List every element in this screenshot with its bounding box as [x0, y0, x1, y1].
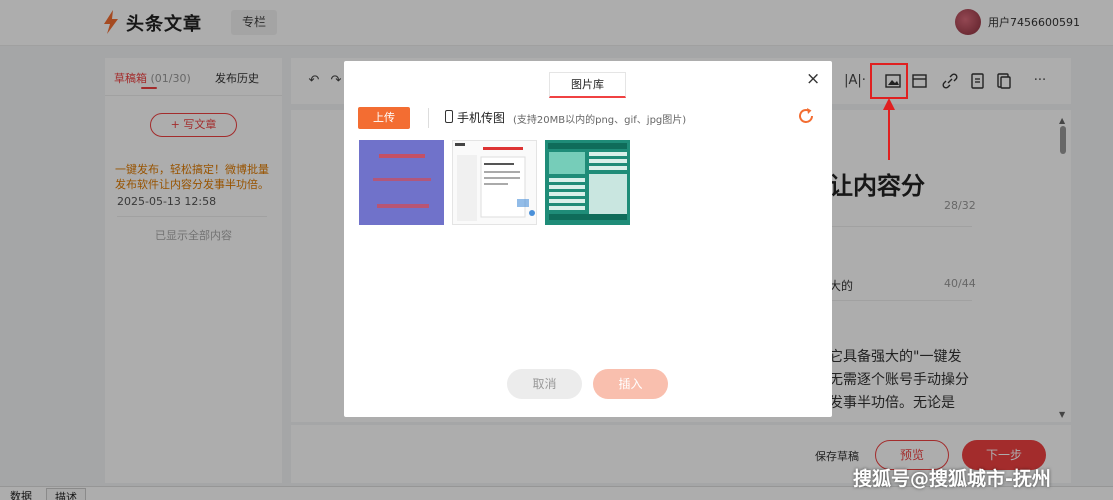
divider — [428, 108, 429, 128]
annotation-highlight-box — [870, 63, 908, 99]
annotation-arrow-line — [888, 110, 890, 160]
upload-button[interactable]: 上传 — [358, 107, 410, 129]
cancel-button[interactable]: 取消 — [507, 369, 582, 399]
annotation-arrow-head — [883, 98, 895, 110]
phone-icon — [445, 110, 453, 123]
watermark: 搜狐号@搜狐城市-抚州 — [853, 468, 1051, 490]
close-icon[interactable]: × — [806, 70, 820, 88]
phone-upload-link[interactable]: 手机传图 — [457, 109, 505, 126]
tab-image-library[interactable]: 图片库 — [549, 72, 626, 98]
insert-button[interactable]: 插入 — [593, 369, 668, 399]
thumbnail-3[interactable] — [545, 140, 630, 225]
phone-upload-hint: (支持20MB以内的png、gif、jpg图片) — [513, 115, 687, 126]
thumbnail-2[interactable] — [452, 140, 537, 225]
refresh-icon[interactable] — [796, 106, 816, 126]
thumbnail-1[interactable] — [359, 140, 444, 225]
image-library-modal: 图片库 × 上传 手机传图 (支持20MB以内的png、gif、jpg图片) 取… — [344, 61, 832, 417]
